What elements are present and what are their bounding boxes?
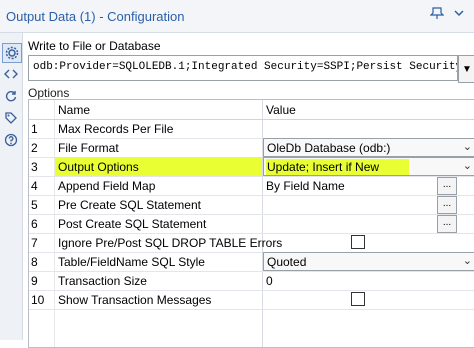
row-name: Post Create SQL Statement (58, 217, 207, 231)
transaction-size-input[interactable]: 0 (266, 274, 273, 288)
options-grid: Name Value 1 Max Records Per File 2 File… (28, 99, 474, 348)
row-name: File Format (58, 141, 119, 155)
connection-string-field[interactable]: odb:Provider=SQLOLEDB.1;Integrated Secur… (28, 55, 458, 81)
row-name: Max Records Per File (58, 122, 174, 136)
row-name: Ignore Pre/Post SQL DROP TABLE Errors (58, 236, 283, 250)
side-toolbar (0, 33, 23, 340)
row-number: 10 (31, 293, 45, 307)
row-number: 2 (31, 141, 38, 155)
sql-style-value: Quoted (267, 255, 307, 269)
options-label: Options (28, 86, 70, 100)
chevron-down-icon: ⌄ (462, 141, 472, 153)
grid-row-sql-style[interactable]: 8 Table/FieldName SQL Style Quoted ⌄ (29, 252, 474, 272)
file-format-value: OleDb Database (odb:) (267, 141, 391, 155)
refresh-icon[interactable] (2, 87, 20, 105)
row-number: 5 (31, 198, 38, 212)
connection-dropdown-button[interactable]: ▼ (458, 55, 474, 83)
output-options-dropdown[interactable]: Update; Insert if New ⌄ (263, 157, 474, 176)
row-name: Transaction Size (58, 274, 147, 288)
header-name: Name (58, 103, 91, 117)
row-name: Show Transaction Messages (58, 293, 212, 307)
grid-row-file-format[interactable]: 2 File Format OleDb Database (odb:) ⌄ (29, 138, 474, 158)
question-icon[interactable] (2, 131, 20, 149)
row-number: 8 (31, 255, 38, 269)
header-value: Value (266, 103, 296, 117)
row-number: 3 (31, 160, 38, 174)
row-number: 6 (31, 217, 38, 231)
dropdown-arrow-icon: ▼ (462, 63, 472, 75)
chevron-down-icon[interactable] (452, 6, 466, 23)
append-field-map-value: By Field Name (266, 179, 345, 193)
row-name-highlighted: Output Options (55, 157, 262, 176)
row-number: 1 (31, 122, 38, 136)
grid-row-max-records[interactable]: 1 Max Records Per File (29, 119, 474, 139)
row-name: Append Field Map (58, 179, 156, 193)
grid-row-pre-create-sql[interactable]: 5 Pre Create SQL Statement ... (29, 195, 474, 215)
pin-icon[interactable] (429, 6, 445, 23)
grid-row-transaction-size[interactable]: 9 Transaction Size 0 (29, 271, 474, 291)
sql-style-dropdown[interactable]: Quoted ⌄ (263, 252, 474, 271)
row-name: Table/FieldName SQL Style (58, 255, 205, 269)
write-target-label: Write to File or Database (28, 39, 161, 53)
gear-icon[interactable] (2, 43, 22, 63)
row-name: Pre Create SQL Statement (58, 198, 201, 212)
grid-row-ignore-drop-errors[interactable]: 7 Ignore Pre/Post SQL DROP TABLE Errors (29, 233, 474, 253)
file-format-dropdown[interactable]: OleDb Database (odb:) ⌄ (263, 138, 474, 157)
grid-row-show-messages[interactable]: 10 Show Transaction Messages (29, 290, 474, 310)
connection-string-value: odb:Provider=SQLOLEDB.1;Integrated Secur… (33, 61, 458, 73)
row-number: 4 (31, 179, 38, 193)
grid-header: Name Value (29, 100, 474, 120)
row-number: 9 (31, 274, 38, 288)
chevron-down-icon: ⌄ (462, 255, 472, 267)
ellipsis-button[interactable]: ... (437, 196, 457, 214)
row-number: 7 (31, 236, 38, 250)
title-bar: Output Data (1) - Configuration (0, 0, 474, 33)
grid-row-post-create-sql[interactable]: 6 Post Create SQL Statement ... (29, 214, 474, 234)
ellipsis-button[interactable]: ... (437, 215, 457, 233)
output-options-value: Update; Insert if New (266, 159, 410, 175)
code-icon[interactable] (2, 65, 20, 83)
grid-row-append-field-map[interactable]: 4 Append Field Map By Field Name ... (29, 176, 474, 196)
config-panel: Write to File or Database odb:Provider=S… (22, 33, 474, 348)
chevron-down-icon: ⌄ (462, 160, 472, 172)
tag-icon[interactable] (2, 109, 20, 127)
window-title: Output Data (1) - Configuration (6, 9, 185, 24)
ellipsis-button[interactable]: ... (437, 177, 457, 195)
show-messages-checkbox[interactable] (351, 292, 365, 306)
ignore-drop-errors-checkbox[interactable] (351, 235, 365, 249)
grid-row-output-options[interactable]: 3 Output Options Update; Insert if New ⌄ (29, 157, 474, 177)
